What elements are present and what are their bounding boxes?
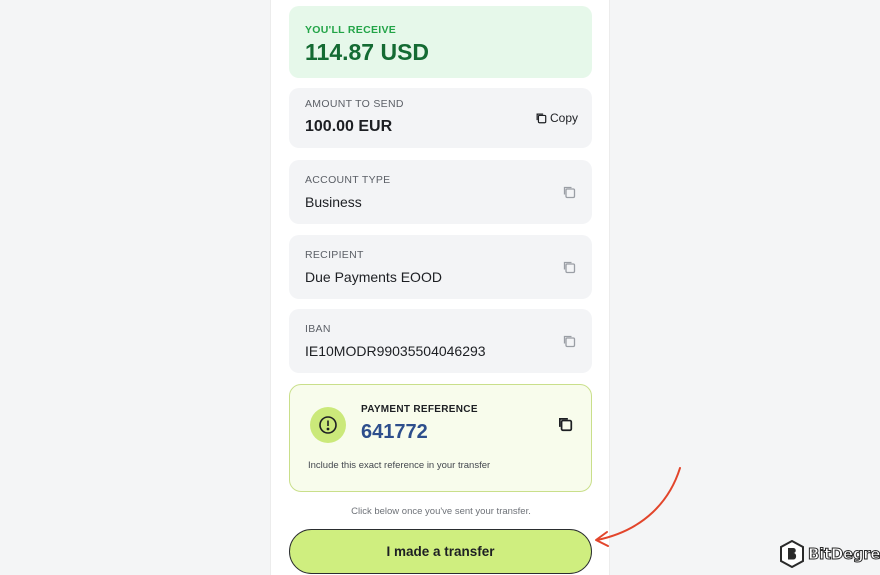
receive-label: YOU'LL RECEIVE	[305, 24, 397, 36]
account-type-card: ACCOUNT TYPE Business	[289, 160, 592, 224]
copy-icon	[536, 113, 547, 124]
bitdegree-watermark: BitDegree	[780, 540, 880, 568]
account-type-value: Business	[305, 194, 362, 210]
copy-amount-button[interactable]: Copy	[535, 110, 578, 126]
transfer-hint: Click below once you've sent your transf…	[351, 506, 531, 517]
amount-to-send-value: 100.00 EUR	[305, 118, 393, 135]
iban-card: IBAN IE10MODR99035504046293	[289, 309, 592, 373]
annotation-arrow	[595, 467, 681, 547]
payment-reference-note: Include this exact reference in your tra…	[308, 460, 491, 471]
iban-label: IBAN	[305, 323, 331, 335]
recipient-value: Due Payments EOOD	[305, 269, 442, 285]
payment-reference-card: PAYMENT REFERENCE 641772 Include this ex…	[289, 384, 592, 492]
transfer-details-panel: YOU'LL RECEIVE 114.87 USD AMOUNT TO SEND…	[270, 0, 610, 575]
amount-to-send-card: AMOUNT TO SEND 100.00 EUR Copy	[289, 88, 592, 148]
receive-amount: 114.87 USD	[305, 39, 430, 65]
made-transfer-button[interactable]: I made a transfer	[289, 529, 592, 574]
account-type-label: ACCOUNT TYPE	[305, 174, 391, 186]
copy-button-label: Copy	[549, 111, 578, 125]
iban-value: IE10MODR99035504046293	[305, 343, 486, 359]
copy-icon[interactable]	[562, 185, 576, 199]
recipient-label: RECIPIENT	[305, 249, 364, 261]
payment-reference-label: PAYMENT REFERENCE	[361, 404, 478, 415]
copy-icon[interactable]	[557, 416, 573, 432]
alert-circle-icon	[310, 407, 346, 443]
payment-reference-value: 641772	[361, 421, 428, 443]
copy-icon[interactable]	[562, 334, 576, 348]
copy-icon[interactable]	[562, 260, 576, 274]
amount-to-send-label: AMOUNT TO SEND	[305, 98, 404, 110]
receive-card: YOU'LL RECEIVE 114.87 USD	[289, 6, 592, 78]
recipient-card: RECIPIENT Due Payments EOOD	[289, 235, 592, 299]
bitdegree-logo-icon	[780, 540, 804, 568]
brand-name: BitDegree	[807, 545, 880, 564]
